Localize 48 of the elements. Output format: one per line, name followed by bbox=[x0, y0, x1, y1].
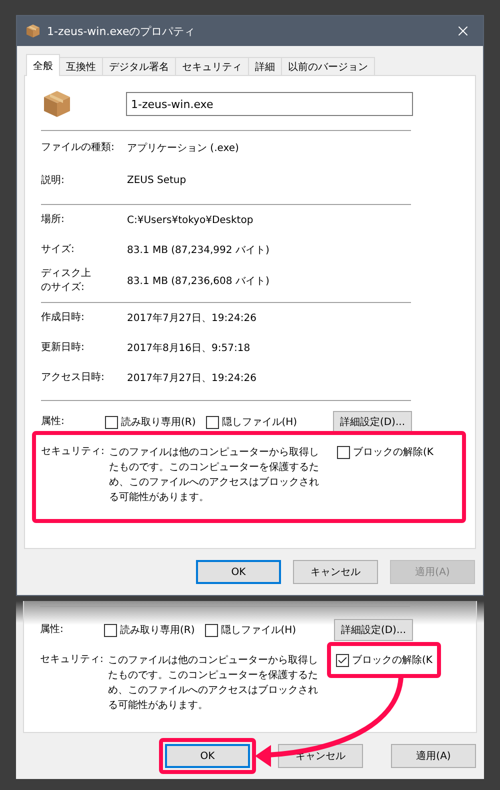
field-label: 場所: bbox=[41, 213, 66, 227]
field-label: 属性: bbox=[40, 623, 64, 637]
field-value: アプリケーション (.exe) bbox=[127, 142, 239, 154]
advanced-button[interactable]: 詳細設定(D)... bbox=[334, 619, 413, 641]
dialog-button[interactable]: OK bbox=[196, 560, 281, 584]
advanced-button[interactable]: 詳細設定(D)... bbox=[332, 411, 412, 433]
dialog-button[interactable]: 適用(A) bbox=[391, 744, 476, 768]
window-title: 1-zeus-win.exeのプロパティ bbox=[47, 24, 196, 38]
field-value: 2017年7月27日、19:24:26 bbox=[127, 372, 256, 385]
field-label: ディスク上 bbox=[41, 267, 92, 281]
field-label: 作成日時: bbox=[41, 311, 86, 325]
field-value: 83.1 MB (87,234,992 バイト) bbox=[127, 244, 270, 257]
field-value: 2017年8月16日、9:57:18 bbox=[127, 342, 250, 355]
field-label: セキュリティ: bbox=[40, 653, 104, 667]
checkbox-label: 読み取り専用(R) bbox=[120, 624, 195, 637]
field-label: のサイズ: bbox=[41, 281, 86, 295]
tab[interactable]: 以前のバージョン bbox=[281, 57, 375, 75]
field-label: セキュリティ: bbox=[41, 445, 106, 459]
checkbox-label: 読み取り専用(R) bbox=[121, 416, 196, 429]
field-value: C:¥Users¥tokyo¥Desktop bbox=[127, 214, 254, 226]
tab[interactable]: 全般 bbox=[26, 54, 60, 76]
dialog-button[interactable]: OK bbox=[165, 744, 250, 768]
package-icon bbox=[25, 23, 41, 39]
field-label: 更新日時: bbox=[41, 341, 86, 355]
field-label: 説明: bbox=[41, 174, 66, 188]
check-icon bbox=[337, 654, 348, 666]
checkbox-label: 隠しファイル(H) bbox=[220, 624, 296, 637]
checkbox-label: 隠しファイル(H) bbox=[222, 416, 298, 429]
field-value: 83.1 MB (87,236,608 バイト) bbox=[127, 275, 270, 288]
security-message: このファイルは他のコンピューターから取得したものです。このコンピューターを保護するため、このファイルへのアクセスはブロックされる可能性があります。 bbox=[108, 654, 319, 713]
checkbox[interactable] bbox=[204, 624, 218, 636]
package-icon bbox=[41, 88, 73, 120]
field-value: 2017年7月27日、19:24:26 bbox=[127, 312, 256, 325]
checkbox[interactable] bbox=[337, 446, 350, 458]
field-label: 属性: bbox=[41, 415, 66, 429]
checkbox[interactable] bbox=[104, 624, 117, 636]
checkbox-label: ブロックの解除(K bbox=[352, 654, 432, 667]
checkbox[interactable] bbox=[105, 416, 118, 428]
field-label: ファイルの種類: bbox=[41, 140, 116, 154]
field-value: ZEUS Setup bbox=[127, 175, 186, 186]
field-label: アクセス日時: bbox=[41, 371, 106, 385]
security-message: このファイルは他のコンピューターから取得したものです。このコンピューターを保護するため、このファイルへのアクセスはブロックされる可能性があります。 bbox=[109, 446, 320, 505]
checkbox-label: ブロックの解除(K bbox=[353, 446, 434, 459]
dialog-button[interactable]: キャンセル bbox=[293, 560, 378, 584]
field-label: サイズ: bbox=[41, 243, 76, 257]
file-name-field[interactable]: 1-zeus-win.exe bbox=[126, 92, 413, 116]
checkbox[interactable] bbox=[206, 416, 219, 428]
checkbox[interactable] bbox=[336, 654, 349, 666]
